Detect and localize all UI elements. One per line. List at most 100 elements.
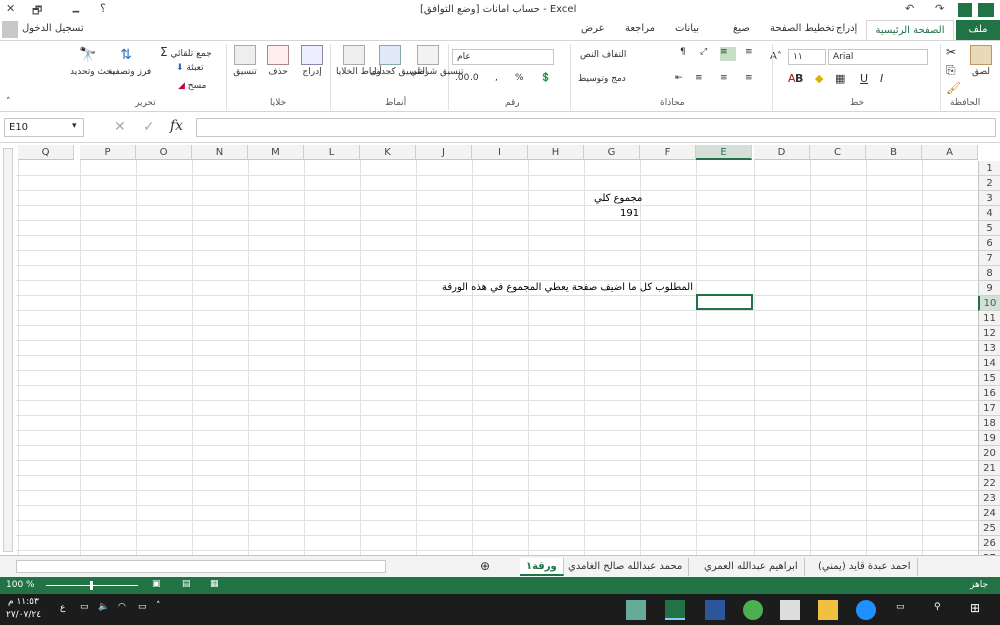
volume-icon[interactable]: 🔈 (98, 602, 109, 612)
row-header-22[interactable]: 22 (978, 476, 1000, 491)
notification-icon[interactable]: ▭ (80, 602, 89, 612)
delete-cells-button[interactable]: حذف (264, 45, 292, 77)
row-header-13[interactable]: 13 (978, 341, 1000, 356)
column-header-f[interactable]: F (640, 145, 696, 160)
word-app-icon[interactable] (705, 600, 725, 620)
row-header-17[interactable]: 17 (978, 401, 1000, 416)
comma-icon[interactable]: , (495, 73, 498, 83)
minimize-icon[interactable]: 🗕 (72, 2, 80, 21)
cell-g4[interactable]: 191 (620, 208, 639, 219)
row-header-23[interactable]: 23 (978, 491, 1000, 506)
tab-home[interactable]: الصفحة الرئيسية (866, 20, 954, 40)
column-header-k[interactable]: K (360, 145, 416, 160)
tab-page-layout[interactable]: تخطيط الصفحة (770, 23, 835, 34)
row-header-8[interactable]: 8 (978, 266, 1000, 281)
cell-g3[interactable]: مجموع كلي (594, 193, 642, 204)
battery-icon[interactable]: ▭ (138, 602, 147, 612)
row-header-18[interactable]: 18 (978, 416, 1000, 431)
format-cells-button[interactable]: تنسيق (230, 45, 260, 77)
wifi-icon[interactable]: ◠ (118, 602, 126, 612)
tray-up-icon[interactable]: ˄ (156, 601, 161, 611)
font-size-select[interactable]: ١١ (788, 49, 826, 65)
borders-icon[interactable]: ▦ (835, 72, 845, 85)
undo-icon[interactable]: ↶ (905, 2, 914, 15)
cell-styles-button[interactable]: أنماط الخلايا (336, 45, 382, 77)
row-header-1[interactable]: 1 (978, 161, 1000, 176)
column-header-m[interactable]: M (248, 145, 304, 160)
copy-icon[interactable]: ⎘ (946, 63, 956, 78)
formula-input[interactable] (196, 118, 996, 137)
column-header-h[interactable]: H (528, 145, 584, 160)
utorrent-app-icon[interactable] (743, 600, 763, 620)
rtl-icon[interactable]: ¶ (680, 47, 686, 57)
cell-e9[interactable]: المطلوب كل ما اضيف صفحة يعطي المجموع في … (442, 282, 693, 293)
signin-link[interactable]: تسجيل الدخول (22, 23, 84, 34)
column-header-i[interactable]: I (472, 145, 528, 160)
row-header-12[interactable]: 12 (978, 326, 1000, 341)
column-header-q[interactable]: Q (18, 145, 74, 160)
align-left-icon[interactable]: ≡ (695, 73, 703, 83)
page-layout-view-icon[interactable]: ▣ (152, 579, 161, 589)
orientation-icon[interactable]: ⤢ (700, 47, 707, 57)
normal-view-icon[interactable]: ▦ (210, 579, 219, 589)
row-header-25[interactable]: 25 (978, 521, 1000, 536)
align-middle-icon[interactable]: ≡ (745, 47, 753, 57)
sheet-tab[interactable]: احمد عبدة قايد (يمني) (812, 558, 918, 576)
column-header-c[interactable]: C (810, 145, 866, 160)
insert-function-icon[interactable]: fx (170, 118, 183, 134)
row-header-14[interactable]: 14 (978, 356, 1000, 371)
format-painter-icon[interactable]: 🖌 (946, 81, 961, 95)
italic-icon[interactable]: I (880, 72, 883, 85)
collapse-ribbon-icon[interactable]: ˄ (6, 97, 11, 107)
fill-button[interactable]: ⬇ تعبئة (176, 63, 204, 73)
column-header-j[interactable]: J (416, 145, 472, 160)
percent-icon[interactable]: % (515, 73, 524, 83)
number-format-select[interactable]: عام (452, 49, 554, 65)
help-icon[interactable]: ؟ (100, 2, 106, 15)
indent-icon[interactable]: ⇤ (675, 73, 683, 83)
row-header-19[interactable]: 19 (978, 431, 1000, 446)
insert-cells-button[interactable]: إدراج (298, 45, 326, 77)
row-header-4[interactable]: 4 (978, 206, 1000, 221)
zoom-level[interactable]: 100 % (6, 580, 35, 590)
cancel-icon[interactable]: ✕ (114, 119, 126, 135)
row-header-11[interactable]: 11 (978, 311, 1000, 326)
search-icon[interactable]: ⚲ (934, 602, 941, 612)
tab-file[interactable]: ملف (956, 20, 1000, 40)
language-indicator[interactable]: ع (60, 603, 65, 613)
file-explorer-icon[interactable] (818, 600, 838, 620)
paste-button[interactable]: لصق (966, 45, 996, 77)
row-header-7[interactable]: 7 (978, 251, 1000, 266)
accounting-icon[interactable]: 💲 (540, 73, 551, 83)
tab-formulas[interactable]: صيغ (733, 23, 750, 34)
column-header-e[interactable]: E (696, 145, 752, 160)
column-header-b[interactable]: B (866, 145, 922, 160)
row-header-9[interactable]: 9 (978, 281, 1000, 296)
paint-app-icon[interactable] (626, 600, 646, 620)
find-select-button[interactable]: 🔭 بحث وتحديد (70, 45, 115, 77)
tab-data[interactable]: بيانات (675, 23, 699, 34)
excel-app-icon[interactable] (665, 600, 685, 620)
column-header-p[interactable]: P (80, 145, 136, 160)
row-header-16[interactable]: 16 (978, 386, 1000, 401)
row-header-15[interactable]: 15 (978, 371, 1000, 386)
underline-icon[interactable]: U (860, 72, 868, 85)
row-header-10[interactable]: 10 (978, 296, 1000, 311)
autosum-button[interactable]: Σ جمع تلقائي (160, 45, 212, 59)
close-icon[interactable]: ✕ (6, 2, 15, 15)
add-sheet-icon[interactable]: ⊕ (480, 559, 490, 573)
sheet-tab-active[interactable]: ورقة١ (520, 558, 564, 576)
column-header-n[interactable]: N (192, 145, 248, 160)
task-view-icon[interactable]: ▭ (896, 602, 905, 612)
edge-browser-icon[interactable] (856, 600, 876, 620)
column-header-o[interactable]: O (136, 145, 192, 160)
restore-icon[interactable]: 🗗 (32, 2, 42, 21)
align-center-icon[interactable]: ≡ (720, 73, 728, 83)
tab-insert[interactable]: إدراج (836, 23, 857, 34)
worksheet-grid[interactable]: ABCDEFGHIJKLMNOPQ 1 2 3 4 5 6 7 8 9 10 11 12 13 14 15 1… (0, 145, 1000, 555)
column-header-g[interactable]: G (584, 145, 640, 160)
selected-cell-e10[interactable] (696, 294, 753, 310)
sheet-tab[interactable]: محمد عبدالله صالح الغامدي (562, 558, 690, 576)
row-header-26[interactable]: 26 (978, 536, 1000, 551)
font-name-select[interactable]: Arial (828, 49, 928, 65)
